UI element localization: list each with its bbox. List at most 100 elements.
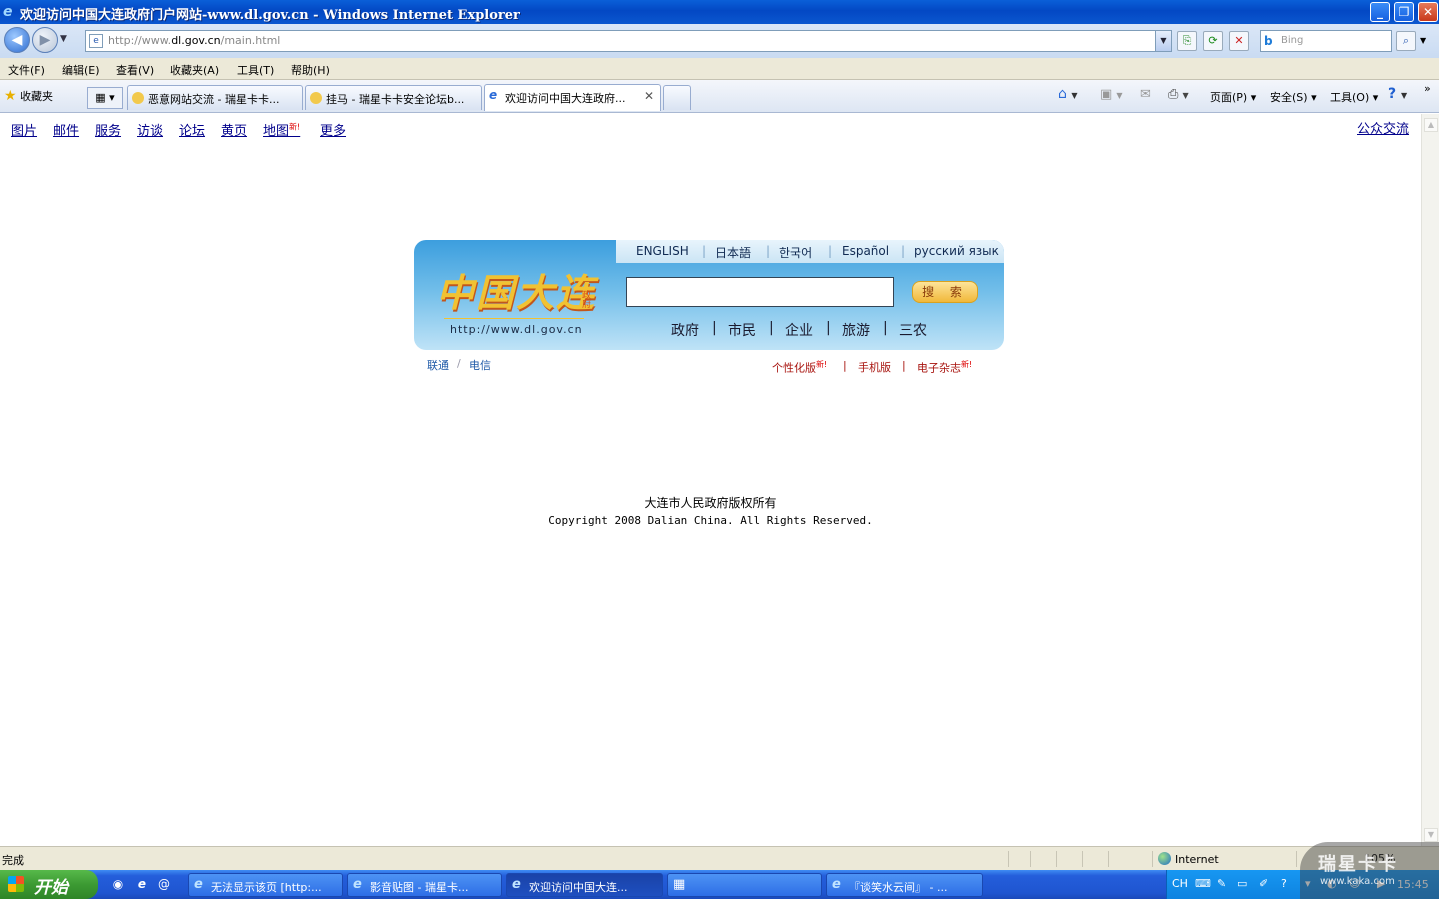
link-map[interactable]: 地图新! xyxy=(263,120,300,139)
home-icon[interactable]: ⌂ ▼ xyxy=(1058,86,1078,102)
close-button[interactable]: ✕ xyxy=(1418,2,1438,22)
menu-tools[interactable]: 工具(T) xyxy=(237,62,274,78)
print-icon[interactable]: ⎙ ▼ xyxy=(1168,87,1189,102)
tool-icon[interactable]: ✎ xyxy=(1217,877,1226,890)
lang-japanese[interactable]: 日本語 xyxy=(715,244,751,261)
media-player-icon[interactable]: ◉ xyxy=(110,876,126,892)
favorites-label: 收藏夹 xyxy=(20,90,54,103)
pen-icon[interactable]: ✐ xyxy=(1259,877,1268,890)
ie-task-icon: e xyxy=(832,877,841,892)
refresh-icon[interactable]: ⟳ xyxy=(1203,31,1223,51)
window-title: 欢迎访问中国大连政府门户网站-www.dl.gov.cn - Windows I… xyxy=(20,8,520,23)
cat-agriculture[interactable]: 三农 xyxy=(899,320,927,340)
feeds-icon[interactable]: ▣ ▼ xyxy=(1100,87,1123,102)
search-icon[interactable]: ⌕ xyxy=(1396,31,1416,51)
monitor-icon[interactable]: ▭ xyxy=(1237,877,1247,890)
lang-spanish[interactable]: Español xyxy=(842,244,889,258)
mail-icon[interactable]: ✉ xyxy=(1140,87,1151,102)
address-dropdown-icon[interactable]: ▼ xyxy=(1155,31,1171,51)
minimize-button[interactable]: _ xyxy=(1370,2,1390,22)
close-tab-icon[interactable]: ✕ xyxy=(644,89,654,103)
address-bar[interactable]: e http://www.dl.gov.cn/main.html ▼ xyxy=(85,30,1172,52)
link-mail[interactable]: 邮件 xyxy=(53,120,79,139)
security-zone[interactable]: Internet xyxy=(1158,852,1219,866)
task-label: 无法显示该页 [http:... xyxy=(211,881,322,894)
link-forum[interactable]: 论坛 xyxy=(179,120,205,139)
link-interviews[interactable]: 访谈 xyxy=(137,120,163,139)
menu-favorites[interactable]: 收藏夹(A) xyxy=(170,62,219,78)
tab-3-active[interactable]: e 欢迎访问中国大连政府... ✕ xyxy=(484,84,661,111)
new-tab-button[interactable] xyxy=(663,85,691,110)
link-e-magazine[interactable]: 电子杂志新! xyxy=(917,359,972,376)
forward-button[interactable]: ▶ xyxy=(32,27,58,53)
ie-task-icon: e xyxy=(194,877,203,892)
back-button[interactable]: ◀ xyxy=(4,27,30,53)
input-language[interactable]: CH xyxy=(1172,877,1188,890)
cat-separator: | xyxy=(883,320,888,336)
cat-tourism[interactable]: 旅游 xyxy=(842,320,870,340)
link-mobile[interactable]: 手机版 xyxy=(858,359,891,375)
quick-tabs-button[interactable]: ▦ ▾ xyxy=(87,87,123,109)
taskbar-item-4[interactable]: ▦ xyxy=(667,873,822,897)
ie-quicklaunch-icon[interactable]: e xyxy=(134,876,150,892)
lang-korean[interactable]: 한국어 xyxy=(779,244,812,261)
scroll-up-icon[interactable]: ▲ xyxy=(1424,118,1438,132)
lang-russian[interactable]: русский язык xyxy=(914,244,999,258)
lang-english[interactable]: ENGLISH xyxy=(636,244,689,258)
menu-edit[interactable]: 编辑(E) xyxy=(62,62,100,78)
menu-file[interactable]: 文件(F) xyxy=(8,62,45,78)
taskbar-item-5[interactable]: e 『谈笑水云间』 - ... xyxy=(826,873,983,897)
page-menu[interactable]: 页面(P) ▾ xyxy=(1210,89,1256,105)
stop-icon[interactable]: ✕ xyxy=(1229,31,1249,51)
tab-label: 挂马 - 瑞星卡卡安全论坛b... xyxy=(326,93,465,106)
search-options-icon[interactable]: ▼ xyxy=(1420,36,1426,45)
more-commands-icon[interactable]: » xyxy=(1424,82,1431,95)
tab-2[interactable]: 挂马 - 瑞星卡卡安全论坛b... xyxy=(305,85,482,110)
forum-icon xyxy=(132,92,144,104)
link-personalized[interactable]: 个性化版新! xyxy=(772,359,827,376)
history-dropdown-icon[interactable]: ▼ xyxy=(60,34,72,46)
cat-citizens[interactable]: 市民 xyxy=(728,320,756,340)
vertical-scrollbar[interactable]: ▲ ▼ xyxy=(1421,114,1439,846)
help-icon[interactable]: ? ▼ xyxy=(1388,86,1407,102)
search-placeholder: Bing xyxy=(1281,35,1304,46)
menu-help[interactable]: 帮助(H) xyxy=(291,62,330,78)
link-telecom[interactable]: 电信 xyxy=(469,357,491,373)
favorites-button[interactable]: ★ 收藏夹 xyxy=(4,88,53,104)
address-url[interactable]: http://www.dl.gov.cn/main.html xyxy=(108,34,280,47)
cat-government[interactable]: 政府 xyxy=(671,320,699,340)
cat-separator: | xyxy=(712,320,717,336)
browser-quicklaunch-icon[interactable]: @ xyxy=(156,876,172,892)
start-button[interactable]: 开始 xyxy=(0,870,98,899)
taskbar-item-1[interactable]: e 无法显示该页 [http:... xyxy=(188,873,343,897)
menu-view[interactable]: 查看(V) xyxy=(116,62,154,78)
status-divider xyxy=(1152,851,1153,867)
safety-menu[interactable]: 安全(S) ▾ xyxy=(1270,89,1317,105)
cat-separator: | xyxy=(769,320,774,336)
portal-search-input[interactable] xyxy=(626,277,894,307)
tab-1[interactable]: 恶意网站交流 - 瑞星卡卡... xyxy=(127,85,303,110)
link-public-communication[interactable]: 公众交流 xyxy=(1357,118,1409,137)
cat-enterprise[interactable]: 企业 xyxy=(785,320,813,340)
link-yellow-pages[interactable]: 黄页 xyxy=(221,120,247,139)
status-divider xyxy=(1108,851,1109,867)
tools-menu[interactable]: 工具(O) ▾ xyxy=(1330,89,1378,105)
status-divider xyxy=(1082,851,1083,867)
help-tray-icon[interactable]: ? xyxy=(1281,877,1287,890)
taskbar-item-2[interactable]: e 影音贴图 - 瑞星卡... xyxy=(347,873,502,897)
watermark-url: www.kaka.com xyxy=(1320,876,1395,887)
task-label: 『谈笑水云间』 - ... xyxy=(849,881,948,894)
task-label: 影音贴图 - 瑞星卡... xyxy=(370,881,469,894)
scroll-down-icon[interactable]: ▼ xyxy=(1424,828,1438,842)
link-unicom[interactable]: 联通 xyxy=(427,357,449,373)
compatibility-view-icon[interactable]: ⎘ xyxy=(1177,31,1197,51)
link-more[interactable]: 更多 xyxy=(320,120,346,139)
new-badge: 新! xyxy=(289,122,301,132)
search-input[interactable]: b Bing xyxy=(1260,30,1392,52)
keyboard-icon[interactable]: ⌨ xyxy=(1195,877,1211,890)
link-images[interactable]: 图片 xyxy=(11,120,37,139)
taskbar-item-3-active[interactable]: e 欢迎访问中国大连... xyxy=(506,873,663,897)
restore-button[interactable]: ❐ xyxy=(1394,2,1414,22)
link-services[interactable]: 服务 xyxy=(95,120,121,139)
portal-search-button[interactable]: 搜 索 xyxy=(912,281,978,303)
